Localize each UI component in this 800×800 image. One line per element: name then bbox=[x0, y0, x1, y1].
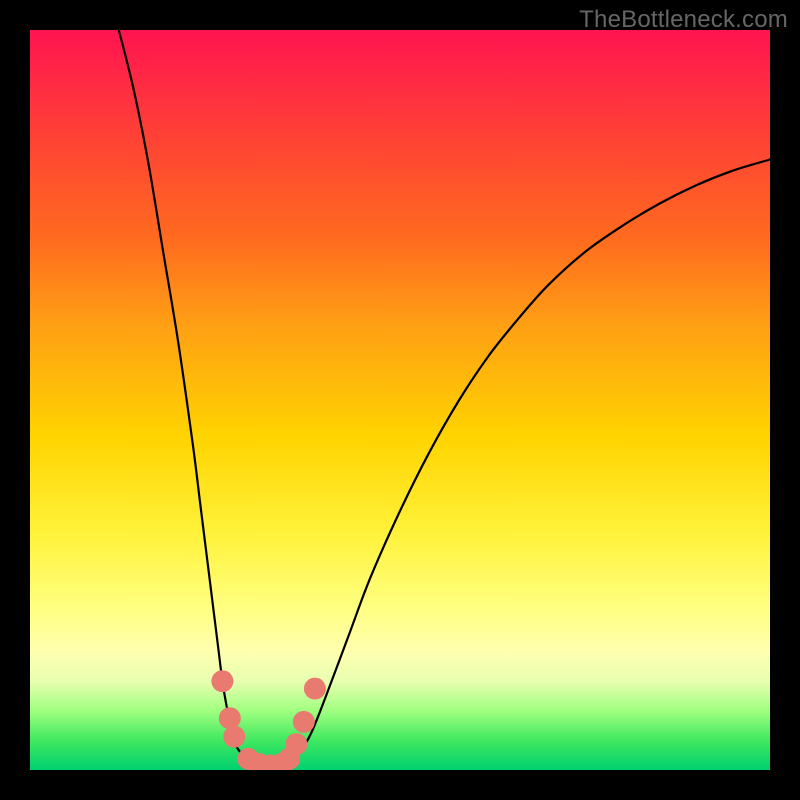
curve-layer bbox=[30, 30, 770, 770]
marker-dot bbox=[293, 711, 315, 733]
left-branch-curve bbox=[119, 30, 274, 770]
plot-area bbox=[30, 30, 770, 770]
marker-dot bbox=[219, 707, 241, 729]
marker-dot bbox=[223, 726, 245, 748]
watermark-text: TheBottleneck.com bbox=[579, 6, 788, 34]
marker-dot bbox=[304, 678, 326, 700]
marker-dot bbox=[211, 670, 233, 692]
marker-dots bbox=[211, 670, 326, 770]
chart-frame: TheBottleneck.com bbox=[0, 0, 800, 800]
right-branch-curve bbox=[274, 160, 770, 771]
marker-dot bbox=[285, 733, 307, 755]
